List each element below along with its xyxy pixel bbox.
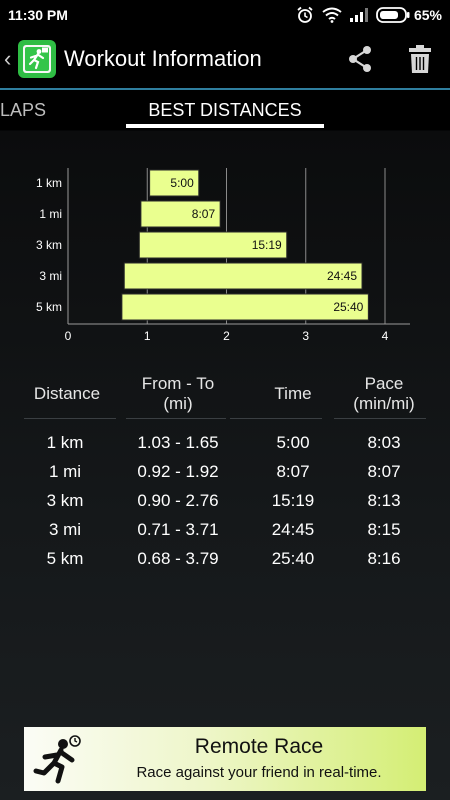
cell-distance: 3 km [46, 491, 84, 510]
cell-pace: 8:13 [367, 491, 401, 510]
table-row: 3 mi 0.71 - 3.71 24:45 8:15 [0, 515, 450, 544]
x-tick-label: 4 [382, 329, 389, 343]
share-icon [349, 46, 371, 72]
cell-distance: 3 mi [48, 520, 82, 539]
cell-time: 24:45 [271, 520, 315, 539]
app-bar: ‹ Workout Information [0, 30, 450, 88]
bar-label: 8:07 [192, 207, 216, 221]
bar-label: 15:19 [252, 238, 282, 252]
cell-distance: 1 mi [48, 462, 82, 481]
cell-pace: 8:15 [367, 520, 401, 539]
cell-distance: 5 km [46, 549, 84, 568]
app-logo-icon[interactable] [18, 40, 56, 78]
banner-icon [24, 727, 92, 791]
banner-text: Remote Race Race against your friend in … [92, 735, 426, 783]
best-distances-chart: 0 1 2 3 4 5:00 1 km 8:07 1 mi 15:19 3 km 24:45 3 mi 2… [0, 160, 450, 350]
battery-percent: 65% [413, 7, 442, 23]
screen: 11:30 PM 65% ‹ Workout Information LAPS … [0, 0, 450, 800]
x-tick-label: 2 [223, 329, 230, 343]
bar [121, 293, 369, 321]
column-header-pace: Pace (min/mi) [353, 374, 415, 413]
table-row: 1 mi 0.92 - 1.92 8:07 8:07 [0, 457, 450, 486]
table-body: 1 km 1.03 - 1.65 5:00 8:03 1 mi 0.92 - 1… [0, 428, 450, 573]
cell-pace: 8:07 [367, 462, 401, 481]
cell-time: 5:00 [276, 433, 310, 452]
category-label: 3 km [36, 238, 62, 252]
x-tick-label: 3 [302, 329, 309, 343]
header-divider [334, 418, 426, 419]
cell-from-to: 1.03 - 1.65 [137, 433, 219, 452]
running-man-icon [23, 45, 51, 73]
wifi-icon [322, 7, 342, 23]
column-header-distance: Distance [33, 384, 101, 403]
category-label: 1 km [36, 176, 62, 190]
cell-from-to: 0.90 - 2.76 [137, 491, 219, 510]
signal-icon [349, 8, 368, 22]
table-row: 1 km 1.03 - 1.65 5:00 8:03 [0, 428, 450, 457]
status-icons: 65% [296, 6, 442, 24]
best-distances-table: Distance From - To (mi) Time Pace (min/mi)… [0, 370, 450, 573]
cell-from-to: 0.68 - 3.79 [137, 549, 219, 568]
bar-label: 24:45 [327, 269, 357, 283]
category-label: 3 mi [39, 269, 62, 283]
alarm-icon [297, 6, 313, 23]
table-row: 5 km 0.68 - 3.79 25:40 8:16 [0, 544, 450, 573]
status-bar: 11:30 PM 65% [0, 0, 450, 30]
table-row: 3 km 0.90 - 2.76 15:19 8:13 [0, 486, 450, 515]
share-button[interactable] [330, 30, 390, 88]
running-man-icon [33, 735, 81, 784]
table-header: Distance From - To (mi) Time Pace (min/mi) [0, 370, 450, 419]
x-tick-label: 1 [144, 329, 151, 343]
cell-from-to: 0.71 - 3.71 [137, 520, 219, 539]
status-time: 11:30 PM [8, 7, 68, 23]
banner-title: Remote Race [194, 735, 324, 758]
trash-icon [409, 45, 431, 73]
tab-laps[interactable]: LAPS [0, 90, 46, 130]
tab-indicator [126, 124, 324, 128]
cell-distance: 1 km [46, 433, 84, 452]
x-tick-label: 0 [65, 329, 72, 343]
cell-pace: 8:16 [367, 549, 401, 568]
remote-race-banner[interactable]: Remote Race Race against your friend in … [24, 727, 426, 791]
page-title: Workout Information [64, 46, 262, 71]
column-header-from-to: From - To (mi) [141, 374, 215, 413]
chart-svg: 0 1 2 3 4 5:00 1 km 8:07 1 mi 15:19 3 km 24:45 3 mi 2… [36, 168, 410, 343]
back-chevron-icon[interactable]: ‹ [4, 46, 16, 72]
battery-indicator: 65% [376, 7, 442, 23]
cell-from-to: 0.92 - 1.92 [137, 462, 219, 481]
header-divider [230, 418, 322, 419]
header-divider [126, 418, 226, 419]
header-divider [24, 418, 116, 419]
delete-button[interactable] [390, 30, 450, 88]
cell-pace: 8:03 [367, 433, 401, 452]
bar-label: 5:00 [170, 176, 194, 190]
battery-icon [376, 7, 410, 23]
cell-time: 8:07 [276, 462, 310, 481]
category-label: 5 km [36, 300, 62, 314]
cell-time: 25:40 [271, 549, 315, 568]
category-label: 1 mi [39, 207, 62, 221]
banner-subtitle: Race against your friend in real-time. [136, 764, 382, 781]
bar-label: 25:40 [333, 300, 363, 314]
cell-time: 15:19 [271, 491, 315, 510]
